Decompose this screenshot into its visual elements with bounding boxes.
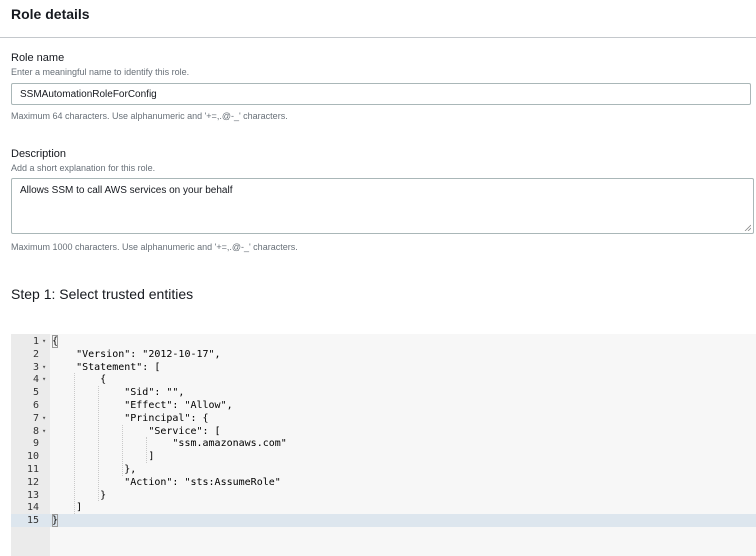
line-number: 3: [32, 361, 39, 373]
json-editor[interactable]: 1 ▾{2 "Version": "2012-10-17", 3 ▾ "Stateme…: [11, 334, 756, 556]
code-line[interactable]: 5 "Sid": "",: [11, 386, 756, 399]
line-number: 6: [32, 400, 39, 411]
code-line[interactable]: 15}: [11, 514, 756, 528]
code-line[interactable]: 2 "Version": "2012-10-17",: [11, 348, 756, 361]
code-text: {: [52, 335, 59, 348]
code-line[interactable]: 13 }: [11, 489, 756, 502]
line-number: 12: [26, 476, 39, 488]
line-number: 9: [32, 438, 39, 450]
description-constraint: Maximum 1000 characters. Use alphanumeri…: [11, 242, 298, 252]
line-number: 7: [32, 412, 39, 424]
code-line[interactable]: 3 ▾ "Statement": [: [11, 361, 756, 374]
fold-toggle-icon[interactable]: ▾: [42, 361, 50, 374]
role-name-hint: Enter a meaningful name to identify this…: [11, 67, 190, 77]
code-text: "Version": "2012-10-17",: [52, 348, 221, 360]
code-text: "ssm.amazonaws.com": [52, 438, 287, 450]
line-number: 13: [26, 489, 39, 501]
fold-toggle-icon[interactable]: ▾: [42, 335, 50, 348]
fold-toggle-icon[interactable]: ▾: [42, 425, 50, 438]
code-text: "Service": [: [52, 425, 221, 437]
role-name-input[interactable]: SSMAutomationRoleForConfig: [11, 83, 751, 105]
role-name-label: Role name: [11, 52, 65, 64]
step1-title: Step 1: Select trusted entities: [11, 286, 194, 302]
fold-toggle-icon[interactable]: ▾: [42, 373, 50, 386]
indent-guide: [74, 373, 76, 515]
indent-guide: [146, 437, 148, 463]
code-line[interactable]: 12 "Action": "sts:AssumeRole": [11, 476, 756, 489]
description-label: Description: [11, 148, 67, 160]
code-line[interactable]: 7 ▾ "Principal": {: [11, 412, 756, 425]
code-line[interactable]: 6 "Effect": "Allow",: [11, 399, 756, 412]
code-line[interactable]: 1 ▾{: [11, 335, 756, 348]
code-text: "Sid": "",: [52, 387, 185, 399]
code-text: "Principal": {: [52, 412, 209, 424]
line-number: 10: [26, 451, 39, 463]
code-text: ]: [52, 502, 83, 514]
indent-guide: [122, 424, 124, 476]
code-text: ]: [52, 451, 155, 463]
code-text: },: [52, 464, 137, 475]
line-number: 11: [26, 464, 39, 475]
line-number: 14: [26, 502, 39, 514]
fold-toggle-icon[interactable]: ▾: [42, 412, 50, 425]
description-text: Allows SSM to call AWS services on your …: [20, 185, 233, 196]
description-hint: Add a short explanation for this role.: [11, 163, 156, 173]
line-number: 1: [32, 336, 39, 347]
code-line[interactable]: 14 ]: [11, 501, 756, 514]
line-number: 5: [32, 387, 39, 399]
role-details-title: Role details: [11, 6, 90, 22]
code-text: "Action": "sts:AssumeRole": [52, 476, 281, 488]
resize-handle-icon[interactable]: [744, 224, 751, 231]
code-line[interactable]: 4 ▾ {: [11, 373, 756, 386]
description-textarea[interactable]: Allows SSM to call AWS services on your …: [11, 178, 754, 234]
section-divider: [0, 37, 756, 38]
code-text: "Statement": [: [52, 361, 161, 373]
line-number: 4: [32, 374, 39, 386]
code-text: "Effect": "Allow",: [52, 400, 233, 411]
code-text: }: [52, 514, 59, 528]
role-name-constraint: Maximum 64 characters. Use alphanumeric …: [11, 111, 288, 121]
line-number: 2: [32, 348, 39, 360]
indent-guide: [98, 386, 100, 502]
line-number: 15: [26, 515, 39, 527]
code-text: {: [52, 374, 107, 386]
line-number: 8: [32, 425, 39, 437]
